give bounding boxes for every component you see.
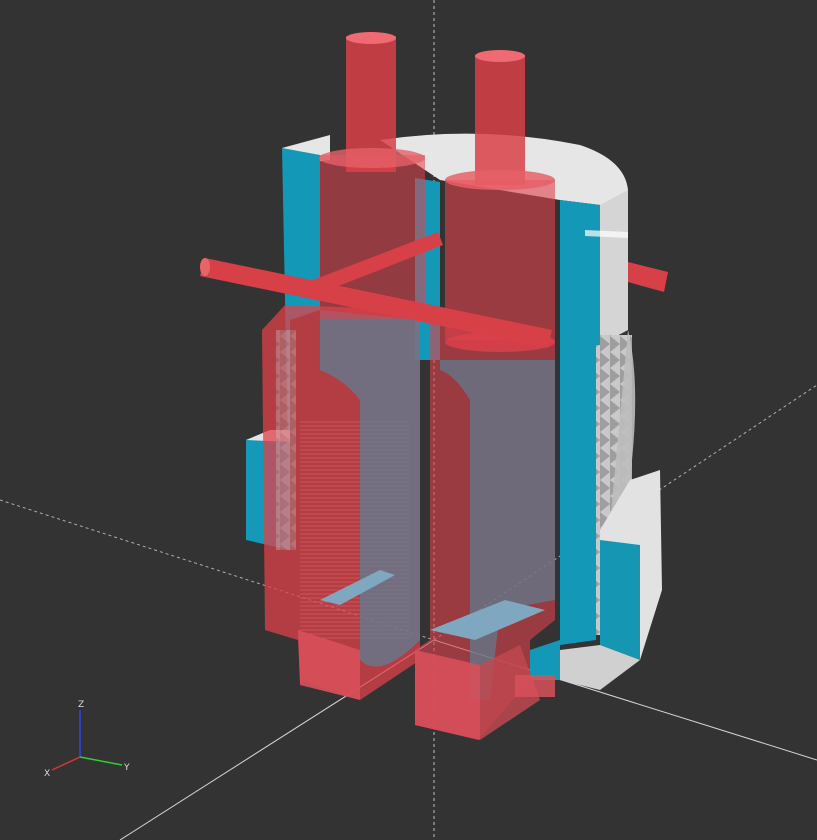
cyl-left-top — [319, 148, 425, 168]
pin-right-top — [475, 50, 525, 62]
shell-right-outer — [600, 190, 628, 345]
axis-x-label: X — [44, 769, 50, 779]
thread-left — [276, 330, 296, 550]
small-hatch-block — [515, 675, 555, 697]
base-right — [415, 650, 480, 740]
axis-y-label: Y — [123, 763, 130, 773]
rod-long-end — [200, 258, 210, 276]
axis-z-label: Z — [78, 700, 84, 710]
pin-left-top — [346, 32, 396, 44]
cyl-right-top — [445, 170, 555, 190]
nut-right-face — [600, 540, 640, 660]
3d-viewport[interactable]: Z Y X — [0, 0, 817, 840]
pin-right — [475, 55, 525, 185]
